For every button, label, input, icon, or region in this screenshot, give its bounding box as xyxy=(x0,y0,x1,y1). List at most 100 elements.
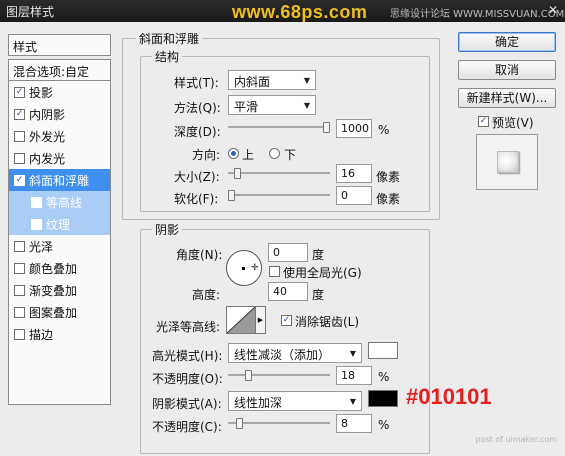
style-select[interactable]: 内斜面 ▼ xyxy=(228,70,316,90)
ok-button[interactable]: 确定 xyxy=(458,32,556,52)
size-unit: 像素 xyxy=(376,170,401,184)
soften-input[interactable]: 0 xyxy=(336,186,372,205)
size-input[interactable]: 16 xyxy=(336,164,372,183)
effect-contour[interactable]: 等高线 xyxy=(9,191,110,213)
bevel-emboss-title: 斜面和浮雕 xyxy=(136,30,203,47)
preview-swatch xyxy=(497,151,519,173)
chevron-down-icon: ▼ xyxy=(349,397,356,406)
angle-input[interactable]: 0 xyxy=(268,243,308,262)
effect-pattern-overlay[interactable]: 图案叠加 xyxy=(9,301,110,323)
method-select-value: 平滑 xyxy=(234,100,259,114)
highlight-color-swatch[interactable] xyxy=(368,342,398,359)
slider-thumb[interactable] xyxy=(234,168,241,179)
slider-thumb[interactable] xyxy=(245,370,252,381)
method-select[interactable]: 平滑 ▼ xyxy=(228,95,316,115)
shadow-opacity-input[interactable]: 8 xyxy=(336,414,372,433)
shadow-opacity-slider[interactable] xyxy=(228,418,330,429)
shading-title: 阴影 xyxy=(152,221,183,238)
angle-dial[interactable]: ✛ xyxy=(226,250,262,286)
effect-checkbox[interactable] xyxy=(14,240,25,252)
soften-slider[interactable] xyxy=(228,190,330,201)
effect-checkbox[interactable] xyxy=(14,262,25,274)
effect-checkbox[interactable] xyxy=(14,152,25,164)
cancel-button[interactable]: 取消 xyxy=(458,60,556,80)
effect-label: 投影 xyxy=(29,85,54,100)
soften-unit: 像素 xyxy=(376,192,401,206)
effect-checkbox[interactable]: ✓ xyxy=(14,108,25,120)
highlight-opacity-unit: % xyxy=(378,370,390,384)
dialog-body: 样式 混合选项:自定 ✓ 投影 ✓ 内阴影 外发光 内发光 ✓ 斜面和浮雕 等高… xyxy=(0,22,565,456)
effect-label: 图案叠加 xyxy=(29,305,78,320)
effect-outer-glow[interactable]: 外发光 xyxy=(9,125,110,147)
slider-track xyxy=(228,126,330,128)
effect-label: 光泽 xyxy=(29,239,54,254)
effect-checkbox[interactable] xyxy=(14,284,25,296)
highlight-mode-select[interactable]: 线性减淡（添加） ▼ xyxy=(228,343,362,363)
highlight-mode-value: 线性减淡（添加） xyxy=(234,348,331,362)
style-preview-thumbnail xyxy=(476,134,538,190)
structure-title: 结构 xyxy=(152,48,183,65)
contour-curve-icon xyxy=(227,307,255,333)
direction-up-radio[interactable] xyxy=(228,148,239,159)
size-label: 大小(Z): xyxy=(174,170,220,184)
effect-checkbox[interactable]: ✓ xyxy=(14,86,25,98)
effect-satin[interactable]: 光泽 xyxy=(9,235,110,257)
new-style-button[interactable]: 新建样式(W)... xyxy=(458,88,556,108)
title-bar: 图层样式 www.68ps.com 思缘设计论坛 WWW.MISSVUAN.CO… xyxy=(0,0,565,22)
style-label: 样式(T): xyxy=(174,76,219,90)
effect-bevel-emboss[interactable]: ✓ 斜面和浮雕 xyxy=(9,169,110,191)
depth-input[interactable]: 1000 xyxy=(336,119,372,138)
shadow-mode-select[interactable]: 线性加深 ▼ xyxy=(228,391,362,411)
effect-texture[interactable]: 纹理 xyxy=(9,213,110,235)
antialias-checkbox[interactable]: ✓ xyxy=(281,315,292,326)
size-slider[interactable] xyxy=(228,168,330,179)
effect-gradient-overlay[interactable]: 渐变叠加 xyxy=(9,279,110,301)
slider-track xyxy=(228,374,330,376)
slider-track xyxy=(228,422,330,424)
effect-checkbox[interactable] xyxy=(14,306,25,318)
contour-dropdown-button[interactable]: ▶ xyxy=(256,306,266,334)
forum-text: 思缘设计论坛 WWW.MISSVUAN.COM xyxy=(390,9,565,20)
slider-thumb[interactable] xyxy=(323,122,330,133)
global-light-checkbox[interactable] xyxy=(269,266,280,277)
shadow-opacity-label: 不透明度(C): xyxy=(152,420,222,434)
shadow-color-swatch[interactable] xyxy=(368,390,398,407)
effect-label: 斜面和浮雕 xyxy=(29,173,90,188)
depth-unit: % xyxy=(378,123,390,137)
effect-checkbox[interactable] xyxy=(14,130,25,142)
window-title: 图层样式 xyxy=(6,5,55,19)
preview-checkbox[interactable]: ✓ xyxy=(478,116,489,127)
slider-thumb[interactable] xyxy=(228,190,235,201)
close-icon[interactable]: ✕ xyxy=(545,2,561,18)
shadow-mode-label: 阴影模式(A): xyxy=(152,397,222,411)
angle-dial-center xyxy=(242,267,245,270)
depth-slider[interactable] xyxy=(228,122,330,133)
gloss-contour-picker[interactable] xyxy=(226,306,256,334)
slider-thumb[interactable] xyxy=(236,418,243,429)
highlight-opacity-input[interactable]: 18 xyxy=(336,366,372,385)
effect-label: 等高线 xyxy=(46,195,83,210)
altitude-input[interactable]: 40 xyxy=(268,282,308,301)
altitude-unit: 度 xyxy=(312,288,325,302)
soften-label: 软化(F): xyxy=(174,192,219,206)
effect-stroke[interactable]: 描边 xyxy=(9,323,110,345)
direction-label: 方向: xyxy=(192,148,221,162)
effect-inner-shadow[interactable]: ✓ 内阴影 xyxy=(9,103,110,125)
effect-checkbox[interactable] xyxy=(31,218,42,230)
effect-drop-shadow[interactable]: ✓ 投影 xyxy=(9,81,110,103)
styles-header[interactable]: 样式 xyxy=(8,34,111,56)
method-label: 方法(Q): xyxy=(174,101,221,115)
effect-checkbox[interactable]: ✓ xyxy=(14,174,25,186)
angle-unit: 度 xyxy=(312,248,325,262)
style-list-panel: 样式 混合选项:自定 ✓ 投影 ✓ 内阴影 外发光 内发光 ✓ 斜面和浮雕 等高… xyxy=(8,34,111,454)
effect-inner-glow[interactable]: 内发光 xyxy=(9,147,110,169)
effect-checkbox[interactable] xyxy=(31,196,42,208)
gloss-contour-label: 光泽等高线: xyxy=(156,320,221,334)
direction-down-radio[interactable] xyxy=(269,148,280,159)
effect-color-overlay[interactable]: 颜色叠加 xyxy=(9,257,110,279)
blending-options-item[interactable]: 混合选项:自定 xyxy=(8,59,111,81)
chevron-down-icon: ▼ xyxy=(303,76,310,85)
highlight-opacity-slider[interactable] xyxy=(228,370,330,381)
angle-label: 角度(N): xyxy=(176,248,223,262)
effect-checkbox[interactable] xyxy=(14,328,25,340)
